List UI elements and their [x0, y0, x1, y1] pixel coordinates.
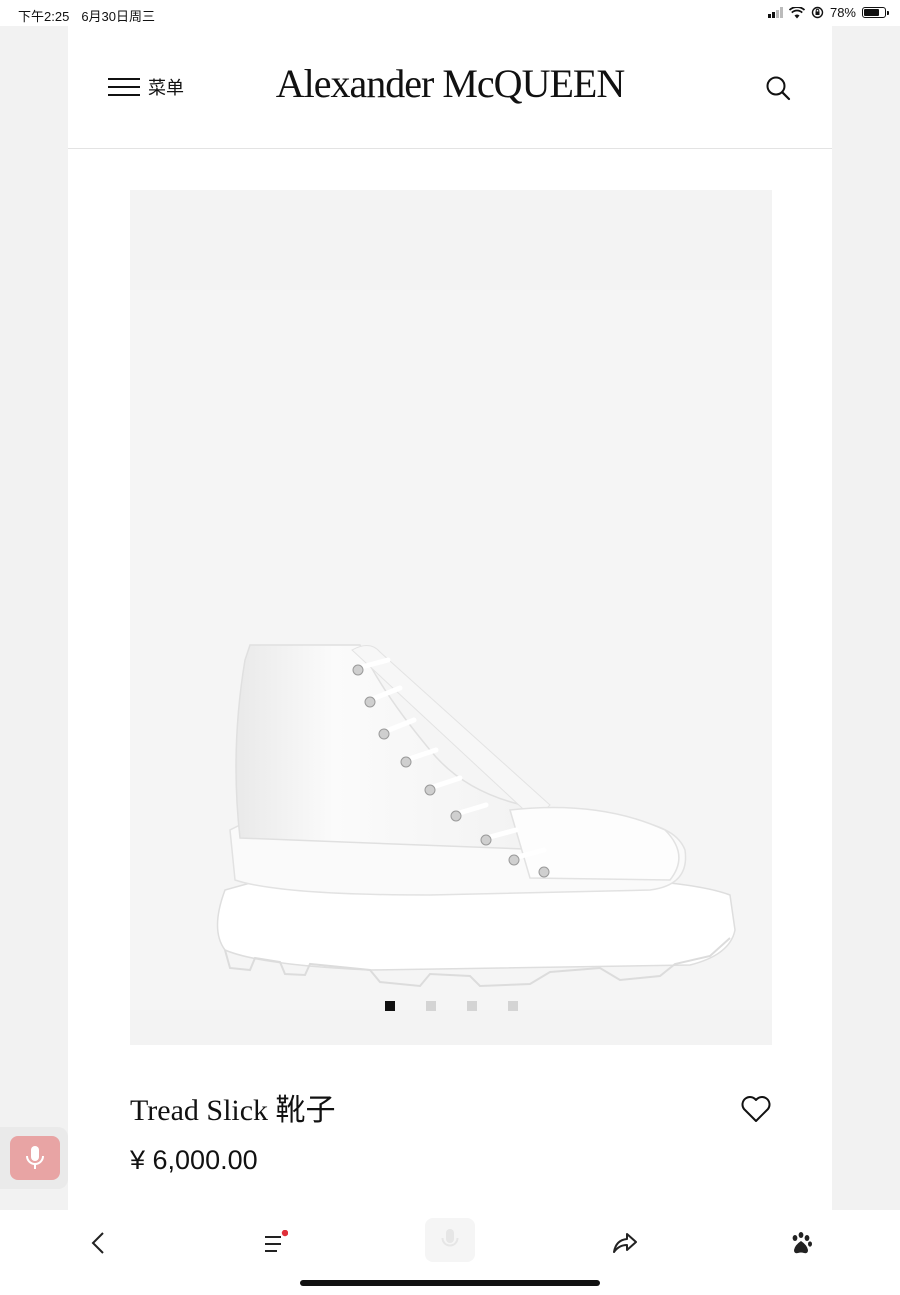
microphone-icon [26, 1146, 44, 1169]
baidu-paw-icon [792, 1232, 812, 1254]
status-date: 6月30日周三 [81, 9, 156, 24]
image-carousel-dots [130, 1001, 772, 1011]
baidu-button[interactable] [784, 1228, 818, 1258]
battery-icon [862, 7, 889, 18]
heart-icon[interactable] [740, 1094, 772, 1124]
status-time: 下午2:25 [18, 9, 70, 24]
toolbar-voice-button[interactable] [425, 1218, 475, 1262]
page-column: 菜单 Alexander McQUEEN Tread Slick 靴子 ¥ 6,… [68, 26, 832, 1210]
share-icon [613, 1233, 637, 1253]
cellular-signal-icon [767, 7, 783, 18]
microphone-icon [441, 1229, 459, 1247]
product-image[interactable] [130, 190, 772, 1045]
notification-dot [281, 1230, 288, 1237]
list-icon [265, 1230, 288, 1252]
back-button[interactable] [81, 1228, 115, 1258]
status-bar: 下午2:25 6月30日周三 78% [0, 0, 900, 26]
brand-logo[interactable]: Alexander McQUEEN [68, 60, 832, 107]
site-header: 菜单 Alexander McQUEEN [68, 26, 832, 149]
share-button[interactable] [608, 1228, 642, 1258]
product-price: ¥ 6,000.00 [130, 1145, 258, 1175]
carousel-dot[interactable] [425, 1001, 436, 1011]
browser-toolbar [0, 1210, 900, 1295]
product-title: Tread Slick 靴子 [130, 1094, 336, 1127]
battery-percent: 78% [829, 5, 856, 20]
back-chevron-icon [91, 1232, 104, 1254]
boot-illustration [130, 290, 772, 1010]
carousel-dot[interactable] [466, 1001, 477, 1011]
voice-search-panel [0, 1127, 68, 1189]
carousel-dot[interactable] [507, 1001, 518, 1011]
search-icon[interactable] [764, 74, 792, 102]
carousel-dot[interactable] [384, 1001, 395, 1011]
rotation-lock-icon [811, 6, 824, 19]
home-indicator[interactable] [300, 1280, 600, 1286]
wifi-icon [788, 6, 805, 18]
list-button[interactable] [258, 1228, 292, 1258]
voice-search-button[interactable] [10, 1136, 60, 1180]
